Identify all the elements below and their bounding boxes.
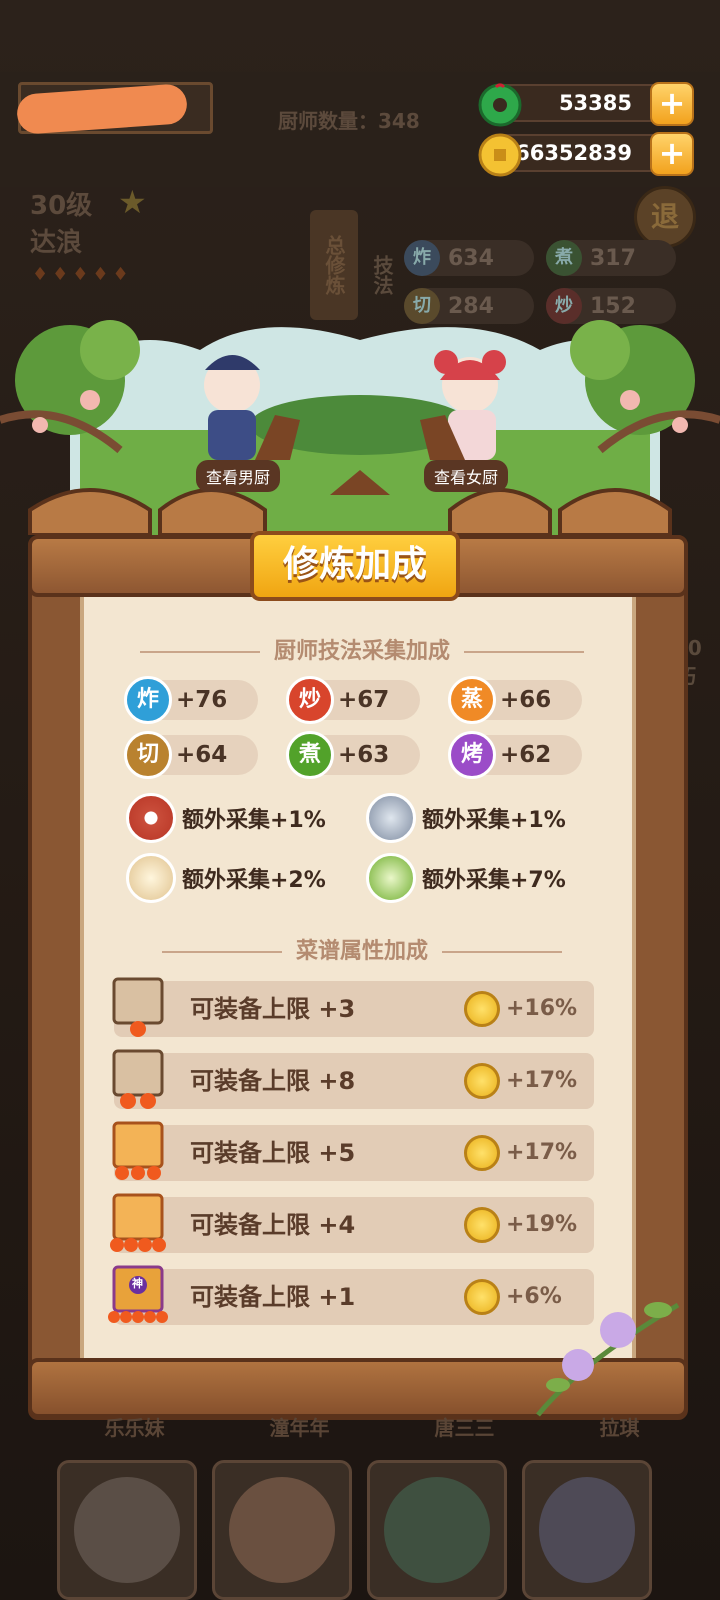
meat-icon [126, 793, 176, 843]
bonus-value: +64 [176, 742, 228, 768]
extra-gather-flour: 额外采集+2% [126, 853, 326, 903]
recipe-label: 可装备上限 +8 [190, 1067, 356, 1095]
extra-gather-fish: 额外采集+1% [366, 793, 566, 843]
steam-badge-icon: 蒸 [448, 676, 496, 724]
hero-portrait-icon [229, 1477, 335, 1583]
training-bonus-panel: 厨师技法采集加成 炸 +76 炒 +67 蒸 +66 切 +64 煮 +63 烤 +62 额… [28, 531, 688, 1420]
hero-portrait-icon [384, 1477, 490, 1583]
flour-icon [126, 853, 176, 903]
recipe-scroll-icon [108, 1117, 168, 1183]
garden-scene: 查看男厨 查看女厨 [0, 310, 720, 537]
recipe-scroll-icon: 神 [108, 1261, 168, 1327]
bonus-value: +63 [338, 742, 390, 768]
jade-counter: 53385 + [478, 82, 694, 127]
extra-gather-vegetable: 额外采集+7% [366, 853, 566, 903]
recipe-label: 可装备上限 +3 [190, 995, 356, 1023]
hero-name: 乐乐妹 [104, 1416, 165, 1440]
coin-icon [464, 1279, 500, 1315]
recipe-pct: +19% [506, 1212, 578, 1237]
hero-card[interactable] [57, 1460, 197, 1600]
skill-bonus-stirfry: 炒 +67 [286, 676, 420, 724]
skill-bonus-boil: 煮 +63 [286, 731, 420, 779]
hero-card[interactable] [367, 1460, 507, 1600]
recipe-bonus-row: 可装备上限 +4 +19% [110, 1193, 594, 1253]
skill-bonus-steam: 蒸 +66 [448, 676, 582, 724]
skill-bonus-fry: 炸 +76 [124, 676, 258, 724]
chef-level: 30级 [30, 191, 93, 221]
skill-value: 317 [590, 245, 636, 271]
side-panel: 总修炼 技法 采 炸634 煮317 切284 炒152 [310, 150, 710, 363]
hero-portrait-icon [74, 1477, 180, 1583]
hero-card[interactable] [212, 1460, 352, 1600]
chef-name: 达浪 [30, 228, 83, 258]
recipe-pct: +16% [506, 996, 578, 1021]
jade-amount: 53385 [558, 91, 632, 115]
view-female-chef-button[interactable]: 查看女厨 [424, 460, 509, 492]
extra-label: 额外采集+7% [422, 868, 566, 893]
stirfry-badge-icon: 炒 [286, 676, 334, 724]
skill-value: 634 [448, 245, 494, 271]
bonus-value: +67 [338, 687, 390, 713]
hero-name: 潼年年 [269, 1416, 330, 1440]
bonus-value: +66 [500, 687, 552, 713]
recipe-label: 可装备上限 +4 [190, 1211, 356, 1239]
cut-badge-icon: 切 [124, 731, 172, 779]
skill-badge: 炸 [404, 240, 440, 276]
coin-icon [464, 991, 500, 1027]
vegetable-icon [366, 853, 416, 903]
recipe-label: 可装备上限 +1 [190, 1283, 356, 1311]
flower-vine-icon [536, 1302, 680, 1417]
redaction-scribble [15, 83, 189, 135]
jade-icon [478, 83, 522, 127]
coin-icon [464, 1135, 500, 1171]
side-skill: 炸 634 [404, 240, 534, 276]
add-jade-button[interactable]: + [650, 82, 694, 126]
panel-title: 修炼加成 [250, 531, 460, 601]
fish-icon [366, 793, 416, 843]
hero-portrait-icon [539, 1477, 635, 1583]
recipe-pct: +17% [506, 1140, 578, 1165]
hero-card[interactable] [522, 1460, 652, 1600]
hero-list [52, 1460, 692, 1600]
recipe-scroll-icon [108, 1189, 168, 1255]
skill-group-label: 技法 [370, 255, 394, 295]
extra-gather-meat: 额外采集+1% [126, 793, 326, 843]
chef-count: 厨师数量：348 [278, 109, 420, 133]
god-tag: 神 [132, 1277, 143, 1290]
total-training-tab[interactable]: 总修炼 [310, 210, 358, 320]
bonus-value: +62 [500, 742, 552, 768]
bonus-value: +76 [176, 687, 228, 713]
section-skill-gather-header: 厨师技法采集加成 [84, 633, 640, 665]
star-icon: ★ [118, 183, 147, 221]
recipe-label: 可装备上限 +5 [190, 1139, 356, 1167]
roast-badge-icon: 烤 [448, 731, 496, 779]
coin-icon [464, 1207, 500, 1243]
hero-name: 拉琪 [599, 1416, 640, 1440]
fry-badge-icon: 炸 [124, 676, 172, 724]
extra-label: 额外采集+1% [182, 808, 326, 833]
player-name-box[interactable] [15, 82, 213, 135]
recipe-bonus-row: 可装备上限 +5 +17% [112, 1121, 594, 1181]
recipe-scroll-icon [108, 1045, 168, 1111]
view-male-chef-button[interactable]: 查看男厨 [196, 460, 281, 492]
hero-name: 唐三三 [434, 1416, 495, 1440]
recipe-scroll-icon [108, 973, 168, 1039]
recipe-pct: +17% [506, 1068, 578, 1093]
boil-badge-icon: 煮 [286, 731, 334, 779]
section-recipe-header: 菜谱属性加成 [84, 933, 640, 965]
garden-illustration [0, 320, 720, 537]
scroll-paper: 厨师技法采集加成 炸 +76 炒 +67 蒸 +66 切 +64 煮 +63 烤 +62 额… [80, 595, 636, 1360]
skill-bonus-cut: 切 +64 [124, 731, 258, 779]
extra-label: 额外采集+1% [422, 808, 566, 833]
recipe-bonus-row: 可装备上限 +8 +17% [112, 1049, 594, 1109]
side-skill: 煮 317 [546, 240, 676, 276]
flame-rating-icon: ♦♦♦♦♦ [32, 264, 133, 285]
hero-name-bar: 乐乐妹 潼年年 唐三三 拉琪 [52, 1412, 692, 1444]
skill-bonus-roast: 烤 +62 [448, 731, 582, 779]
skill-badge: 煮 [546, 240, 582, 276]
coin-icon [464, 1063, 500, 1099]
recipe-bonus-row: 可装备上限 +3 +16% [112, 977, 594, 1037]
extra-label: 额外采集+2% [182, 868, 326, 893]
